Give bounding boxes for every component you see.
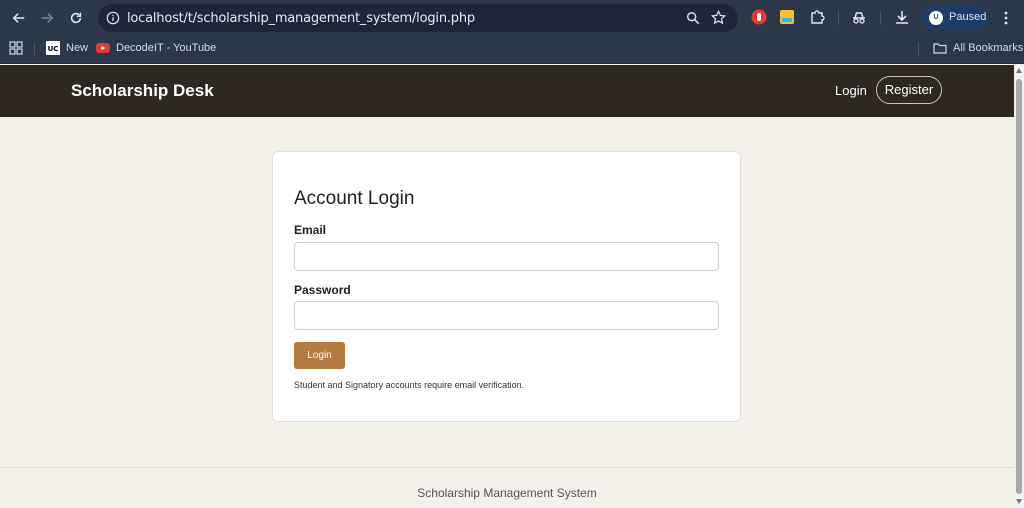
back-button[interactable] [9, 8, 29, 28]
bookmarks-separator [34, 42, 35, 56]
bookmark-label: DecodeIT - YouTube [116, 42, 217, 54]
reload-button[interactable] [66, 8, 86, 28]
apps-grid-icon[interactable] [9, 41, 23, 55]
scroll-down-arrow-icon[interactable] [1016, 499, 1022, 504]
bookmark-new[interactable]: UC New [46, 41, 88, 55]
svg-text:UC: UC [48, 45, 59, 53]
footer-text: Scholarship Management System [417, 486, 597, 500]
bookmark-star-icon[interactable] [711, 10, 726, 25]
login-button[interactable]: Login [294, 342, 345, 369]
folder-icon [933, 43, 947, 54]
more-menu-icon[interactable] [1001, 10, 1011, 26]
site-info-icon[interactable] [106, 11, 120, 25]
arrow-left-icon [12, 13, 25, 23]
browser-toolbar: localhost/t/scholarship_management_syste… [0, 0, 1024, 36]
notes-extension-icon[interactable] [779, 9, 795, 25]
page-title: Account Login [294, 188, 415, 209]
page-scrollbar[interactable] [1014, 65, 1024, 508]
address-bar[interactable]: localhost/t/scholarship_management_syste… [98, 4, 738, 32]
hand-extension-icon[interactable] [751, 9, 767, 25]
footer-divider [0, 467, 1014, 468]
puzzle-extensions-icon[interactable] [809, 9, 825, 25]
zoom-icon[interactable] [686, 11, 700, 25]
brand-title[interactable]: Scholarship Desk [71, 81, 214, 101]
bookmark-label: New [66, 42, 89, 54]
bookmarks-separator [918, 42, 919, 56]
scrollbar-thumb[interactable] [1016, 79, 1022, 494]
arrow-right-icon [41, 13, 54, 23]
url-text: localhost/t/scholarship_management_syste… [127, 11, 475, 26]
avatar: U [929, 11, 943, 25]
login-card: Account Login Email Password Login Stude… [272, 151, 741, 422]
toolbar-separator [880, 11, 881, 25]
email-input[interactable] [294, 242, 719, 271]
uc-logo-icon: UC [46, 41, 60, 55]
scroll-up-arrow-icon[interactable] [1016, 68, 1022, 73]
all-bookmarks-label: All Bookmarks [953, 42, 1024, 54]
nav-login-link[interactable]: Login [835, 83, 867, 98]
toolbar-separator [838, 11, 839, 25]
youtube-icon [96, 43, 110, 53]
bookmark-decodeit-youtube[interactable]: DecodeIT - YouTube [96, 41, 216, 55]
password-input[interactable] [294, 301, 719, 330]
verification-note: Student and Signatory accounts require e… [294, 380, 525, 390]
all-bookmarks-button[interactable]: All Bookmarks [933, 41, 1023, 55]
profile-status: Paused [949, 11, 987, 23]
password-label: Password [294, 283, 351, 297]
nav-register-button[interactable]: Register [876, 76, 942, 104]
reload-icon [70, 12, 82, 24]
incognito-icon[interactable] [851, 9, 867, 25]
email-label: Email [294, 223, 327, 237]
download-icon[interactable] [894, 9, 910, 25]
profile-button[interactable]: U Paused [922, 6, 988, 30]
site-header: Scholarship Desk Login Register [0, 65, 1014, 117]
forward-button[interactable] [37, 8, 57, 28]
